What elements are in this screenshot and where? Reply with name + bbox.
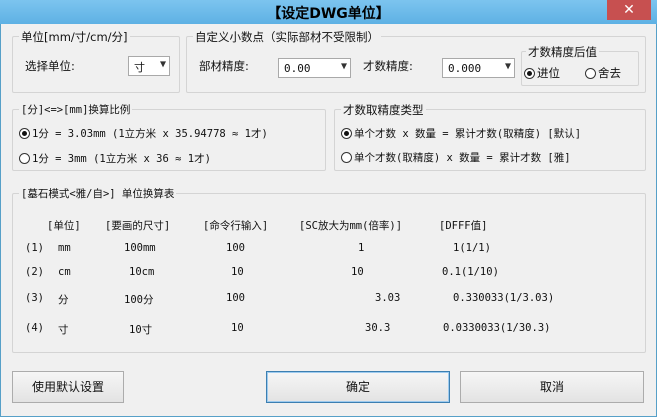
unit-select[interactable]: 寸 ▼: [128, 56, 170, 76]
after-value-group: 才数精度后值 进位 舍去: [521, 44, 639, 86]
precision-option-ya[interactable]: 单个才数(取精度) x 数量 = 累计才数 [雅]: [341, 150, 571, 165]
ratio-option-303[interactable]: 1分 = 3.03mm (1立方米 x 35.94778 ≈ 1才): [19, 126, 268, 141]
row-dfff: 0.1(1/10): [442, 266, 499, 278]
row-unit: mm: [58, 242, 71, 254]
round-off-label: 舍去: [598, 66, 621, 80]
round-up-label: 进位: [537, 66, 560, 80]
chevron-down-icon: ▼: [159, 59, 166, 70]
row-input: 10: [231, 266, 244, 278]
material-precision-select[interactable]: 0.00 ▼: [278, 58, 351, 78]
row-scale: 30.3: [365, 322, 391, 334]
unit-select-value: 寸: [134, 61, 145, 74]
table-header-unit: [单位]: [47, 220, 81, 232]
row-unit: cm: [58, 266, 71, 278]
ratio-option-3-label: 1分 = 3mm (1立方米 x 36 ≈ 1才): [32, 153, 211, 165]
ratio-group: [分]<=>[mm]换算比例 1分 = 3.03mm (1立方米 x 35.94…: [12, 102, 326, 171]
close-button[interactable]: ✕: [607, 0, 651, 20]
row-index: (2): [25, 266, 44, 278]
unit-group: 单位[mm/寸/cm/分] 选择单位: 寸 ▼: [12, 29, 180, 93]
table-header-size: [要画的尺寸]: [105, 220, 171, 232]
select-unit-label: 选择单位:: [25, 59, 75, 73]
row-size: 10cm: [129, 266, 155, 278]
row-scale: 10: [351, 266, 364, 278]
decimal-group: 自定义小数点（实际部材不受限制） 部材精度: 0.00 ▼ 才数精度: 0.00…: [186, 29, 646, 93]
title-bar: 【设定DWG单位】 ✕: [0, 0, 657, 24]
material-precision-value: 0.00: [284, 62, 311, 75]
table-header-scale: [SC放大为mm(倍率)]: [299, 220, 403, 232]
row-index: (4): [25, 322, 44, 334]
ok-button[interactable]: 确定: [266, 371, 450, 403]
row-unit: 分: [58, 294, 69, 306]
row-unit: 寸: [58, 324, 69, 336]
unit-group-legend: 单位[mm/寸/cm/分]: [19, 29, 130, 45]
row-scale: 3.03: [375, 292, 401, 304]
precision-option-ya-label: 单个才数(取精度) x 数量 = 累计才数 [雅]: [354, 152, 571, 164]
round-up-radio[interactable]: 进位: [524, 65, 560, 81]
material-precision-label: 部材精度:: [199, 59, 249, 73]
ratio-option-3[interactable]: 1分 = 3mm (1立方米 x 36 ≈ 1才): [19, 151, 211, 166]
precision-type-group: 才数取精度类型 单个才数 x 数量 = 累计才数(取精度) [默认] 单个才数(…: [334, 102, 646, 171]
row-dfff: 1(1/1): [453, 242, 491, 254]
row-size: 100mm: [124, 242, 156, 254]
window-title: 【设定DWG单位】: [267, 6, 390, 22]
decimal-group-legend: 自定义小数点（实际部材不受限制）: [193, 29, 381, 45]
table-header-input: [命令行输入]: [203, 220, 269, 232]
cai-precision-label: 才数精度:: [363, 59, 413, 73]
radio-checked-icon: [341, 128, 352, 139]
radio-checked-icon: [524, 68, 535, 79]
close-icon: ✕: [623, 2, 635, 18]
round-off-radio[interactable]: 舍去: [585, 65, 621, 81]
row-scale: 1: [358, 242, 365, 254]
ratio-group-legend: [分]<=>[mm]换算比例: [19, 102, 133, 117]
radio-unchecked-icon: [585, 68, 596, 79]
radio-checked-icon: [19, 128, 30, 139]
cai-precision-select[interactable]: 0.000 ▼: [442, 58, 515, 78]
ratio-option-303-label: 1分 = 3.03mm (1立方米 x 35.94778 ≈ 1才): [32, 128, 268, 140]
table-header-dfff: [DFFF值]: [439, 220, 488, 232]
cancel-button[interactable]: 取消: [460, 371, 644, 403]
precision-option-default[interactable]: 单个才数 x 数量 = 累计才数(取精度) [默认]: [341, 126, 581, 141]
row-dfff: 0.330033(1/3.03): [453, 292, 555, 304]
precision-option-default-label: 单个才数 x 数量 = 累计才数(取精度) [默认]: [354, 128, 582, 140]
row-input: 10: [231, 322, 244, 334]
row-dfff: 0.0330033(1/30.3): [443, 322, 551, 334]
chevron-down-icon: ▼: [340, 61, 347, 72]
conversion-table-legend: [墓石模式<雅/自>] 单位换算表: [19, 186, 177, 201]
row-size: 100分: [124, 294, 154, 306]
row-input: 100: [226, 292, 245, 304]
dialog-window: 【设定DWG单位】 ✕ 单位[mm/寸/cm/分] 选择单位: 寸 ▼ 自定义小…: [0, 0, 657, 417]
cai-precision-value: 0.000: [448, 62, 482, 75]
row-index: (1): [25, 242, 44, 254]
precision-type-legend: 才数取精度类型: [341, 102, 426, 118]
chevron-down-icon: ▼: [504, 61, 511, 72]
radio-unchecked-icon: [19, 153, 30, 164]
use-default-settings-button[interactable]: 使用默认设置: [12, 371, 124, 403]
row-size: 10寸: [129, 324, 153, 336]
radio-unchecked-icon: [341, 152, 352, 163]
row-index: (3): [25, 292, 44, 304]
after-value-legend: 才数精度后值: [526, 44, 599, 60]
row-input: 100: [226, 242, 245, 254]
conversion-table-group: [墓石模式<雅/自>] 单位换算表 [单位] [要画的尺寸] [命令行输入] […: [12, 186, 646, 353]
